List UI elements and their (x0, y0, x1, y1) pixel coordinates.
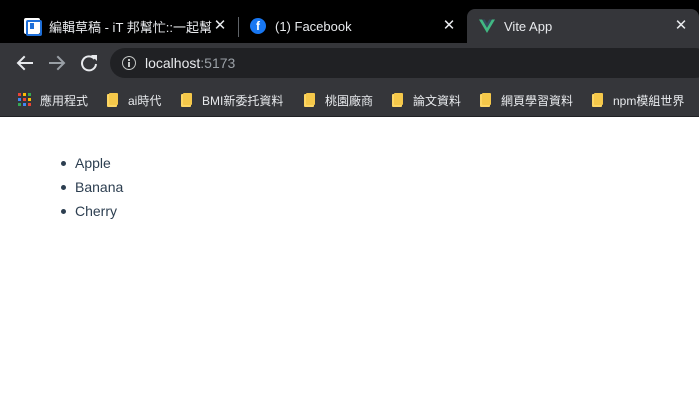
bookmark-folder[interactable]: npm模組世界 (592, 91, 684, 109)
bookmark-label: 網頁學習資料 (501, 93, 574, 108)
page-content: Apple Banana Cherry (0, 118, 699, 420)
back-button[interactable] (13, 51, 37, 75)
bookmark-apps[interactable]: 應用程式 (18, 91, 88, 109)
bookmark-folder[interactable]: BMI新委托資料 (181, 91, 283, 109)
list-item: Apple (60, 154, 123, 178)
address-bar[interactable]: localhost:5173 (110, 48, 699, 78)
vue-icon (479, 18, 495, 34)
url-host: localhost (145, 55, 201, 71)
folder-icon (107, 93, 120, 107)
reload-button[interactable] (77, 51, 101, 75)
url-text[interactable]: localhost:5173 (145, 55, 235, 71)
bookmark-label: 桃園廠商 (325, 93, 374, 108)
reload-icon (81, 55, 97, 72)
bookmark-label: 論文資料 (413, 93, 462, 108)
apps-grid-icon (18, 93, 32, 107)
tab-title: Vite App (504, 18, 553, 34)
tab-title: 編輯草稿 - iT 邦幫忙::一起幫忙 (49, 19, 212, 35)
bookmark-folder[interactable]: 論文資料 (392, 91, 461, 109)
folder-icon (181, 93, 194, 107)
bookmark-label: BMI新委托資料 (202, 93, 284, 108)
list-item: Cherry (60, 202, 123, 226)
browser-toolbar: localhost:5173 (0, 43, 699, 83)
list-item: Banana (60, 178, 123, 202)
facebook-icon: f (250, 18, 266, 34)
folder-icon (592, 93, 605, 107)
close-icon[interactable]: ✕ (441, 18, 457, 34)
bookmark-label: npm模組世界 (613, 93, 685, 108)
close-icon[interactable]: ✕ (673, 18, 689, 34)
arrow-left-icon (16, 55, 33, 71)
info-icon[interactable] (122, 56, 136, 70)
forward-button[interactable] (45, 51, 69, 75)
folder-icon (480, 93, 493, 107)
tab-ithome[interactable]: 編輯草稿 - iT 邦幫忙::一起幫忙 ✕ (0, 9, 238, 43)
bookmark-folder[interactable]: 桃園廠商 (304, 91, 373, 109)
tab-vite-app[interactable]: Vite App ✕ (467, 9, 699, 43)
ithome-icon (24, 18, 42, 36)
fruit-list: Apple Banana Cherry (60, 154, 123, 226)
bookmarks-bar: 應用程式 ai時代 BMI新委托資料 桃園廠商 論文資料 網頁學習資料 npm模… (0, 83, 699, 117)
bookmark-label: 應用程式 (40, 93, 89, 108)
close-icon[interactable]: ✕ (212, 18, 228, 34)
folder-icon (392, 93, 405, 107)
bookmark-folder[interactable]: ai時代 (107, 91, 161, 109)
bookmark-label: ai時代 (128, 93, 162, 108)
bookmark-folder[interactable]: 網頁學習資料 (480, 91, 573, 109)
url-port: :5173 (200, 55, 236, 71)
folder-icon (304, 93, 317, 107)
tab-facebook[interactable]: f (1) Facebook ✕ (238, 9, 467, 43)
tab-strip: 編輯草稿 - iT 邦幫忙::一起幫忙 ✕ f (1) Facebook ✕ V… (0, 0, 699, 43)
tab-title: (1) Facebook (275, 18, 352, 34)
arrow-right-icon (49, 55, 66, 71)
